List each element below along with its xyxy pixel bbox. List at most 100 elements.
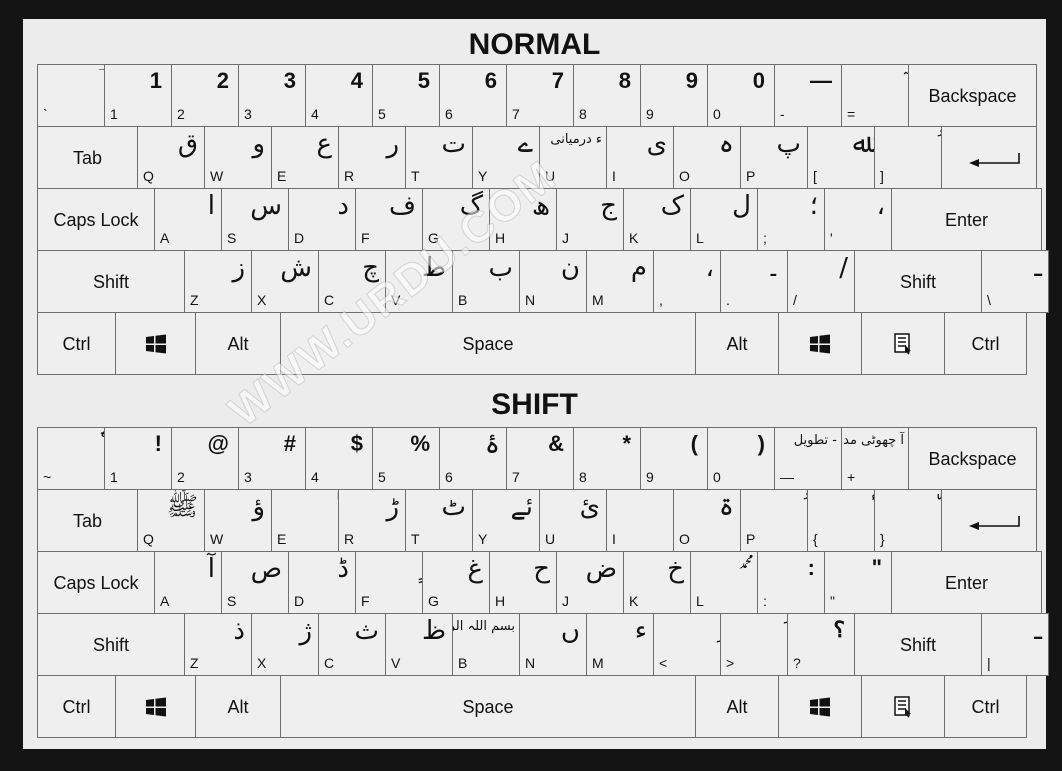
key-o[interactable]: ۃO xyxy=(673,489,741,552)
key-s[interactable]: سS xyxy=(221,188,289,251)
key-gt[interactable]: َ> xyxy=(720,613,788,676)
key-alt-left[interactable]: Alt xyxy=(195,312,281,375)
key-win-left[interactable] xyxy=(115,312,196,375)
key-p[interactable]: ُP xyxy=(740,489,808,552)
key-s[interactable]: صS xyxy=(221,551,289,614)
key-u[interactable]: ء درمیانی U xyxy=(539,126,607,189)
key-shift-left[interactable]: Shift xyxy=(37,613,185,676)
key-q[interactable]: قQ xyxy=(137,126,205,189)
key-backtick[interactable]: ؔ` xyxy=(37,64,105,127)
key-l[interactable]: لL xyxy=(690,188,758,251)
key-e[interactable]: ٰE xyxy=(271,489,339,552)
key-v[interactable]: ظV xyxy=(385,613,453,676)
key-m[interactable]: مM xyxy=(586,250,654,313)
key-tilde[interactable]: ٗ~ xyxy=(37,427,105,490)
key-h[interactable]: حH xyxy=(489,551,557,614)
key-d[interactable]: دD xyxy=(288,188,356,251)
key-alt-left[interactable]: Alt xyxy=(195,675,281,738)
key-exclam[interactable]: ! 1 xyxy=(104,427,172,490)
key-enter-top[interactable] xyxy=(941,489,1037,552)
key-3[interactable]: 33 xyxy=(238,64,306,127)
key-z[interactable]: زZ xyxy=(184,250,252,313)
key-plus[interactable]: آ چھوٹی مد + xyxy=(841,427,909,490)
key-lbracket[interactable]: ﷲ[ xyxy=(807,126,875,189)
key-question[interactable]: ؟? xyxy=(787,613,855,676)
key-lparen[interactable]: (9 xyxy=(640,427,708,490)
key-percent[interactable]: % 5 xyxy=(372,427,440,490)
key-ctrl-left[interactable]: Ctrl xyxy=(37,675,116,738)
key-f[interactable]: فF xyxy=(355,188,423,251)
key-comma[interactable]: ،, xyxy=(653,250,721,313)
key-b[interactable]: بسم اللہ الرحمٰن الرحیم B xyxy=(452,613,520,676)
key-enter-top[interactable] xyxy=(941,126,1037,189)
key-p[interactable]: پP xyxy=(740,126,808,189)
key-star[interactable]: * 8 xyxy=(573,427,641,490)
key-shift-right[interactable]: Shift xyxy=(854,613,982,676)
key-quote[interactable]: ، ' xyxy=(824,188,892,251)
key-dollar[interactable]: $4 xyxy=(305,427,373,490)
key-shift-right[interactable]: Shift xyxy=(854,250,982,313)
key-g[interactable]: گG xyxy=(422,188,490,251)
key-menu[interactable] xyxy=(861,675,945,738)
key-k[interactable]: خK xyxy=(623,551,691,614)
key-tab[interactable]: Tab xyxy=(37,126,138,189)
key-q[interactable]: ﷺQ xyxy=(137,489,205,552)
key-colon[interactable]: :: xyxy=(757,551,825,614)
key-c[interactable]: ثC xyxy=(318,613,386,676)
key-space[interactable]: Space xyxy=(280,675,696,738)
key-ctrl-right[interactable]: Ctrl xyxy=(944,675,1027,738)
key-lt[interactable]: ِ< xyxy=(653,613,721,676)
key-x[interactable]: شX xyxy=(251,250,319,313)
key-d[interactable]: ڈD xyxy=(288,551,356,614)
key-y[interactable]: ےY xyxy=(472,126,540,189)
key-underscore[interactable]: تطویل - — xyxy=(774,427,842,490)
key-j[interactable]: جJ xyxy=(556,188,624,251)
key-backslash[interactable]: ـ \ xyxy=(981,250,1049,313)
key-rparen[interactable]: ) 0 xyxy=(707,427,775,490)
key-4[interactable]: 44 xyxy=(305,64,373,127)
key-rbrace[interactable]: ّ} xyxy=(874,489,942,552)
key-ctrl-right[interactable]: Ctrl xyxy=(944,312,1027,375)
key-i[interactable]: یI xyxy=(606,126,674,189)
key-at[interactable]: @2 xyxy=(171,427,239,490)
key-z[interactable]: ذZ xyxy=(184,613,252,676)
key-w[interactable]: وW xyxy=(204,126,272,189)
key-x[interactable]: ژX xyxy=(251,613,319,676)
key-backspace[interactable]: Backspace xyxy=(908,427,1037,490)
key-f[interactable]: ٍF xyxy=(355,551,423,614)
key-g[interactable]: غG xyxy=(422,551,490,614)
key-enter[interactable]: Enter xyxy=(891,188,1042,251)
key-shift-left[interactable]: Shift xyxy=(37,250,185,313)
key-n[interactable]: نN xyxy=(519,250,587,313)
key-capslock[interactable]: Caps Lock xyxy=(37,551,155,614)
key-k[interactable]: کK xyxy=(623,188,691,251)
key-ctrl-left[interactable]: Ctrl xyxy=(37,312,116,375)
key-6[interactable]: 66 xyxy=(439,64,507,127)
key-win-right[interactable] xyxy=(778,675,862,738)
key-u[interactable]: ئU xyxy=(539,489,607,552)
key-dquote[interactable]: " " xyxy=(824,551,892,614)
key-slash[interactable]: / / xyxy=(787,250,855,313)
key-7[interactable]: 77 xyxy=(506,64,574,127)
key-t[interactable]: تT xyxy=(405,126,473,189)
key-2[interactable]: 22 xyxy=(171,64,239,127)
key-a[interactable]: آA xyxy=(154,551,222,614)
key-8[interactable]: 88 xyxy=(573,64,641,127)
key-alt-right[interactable]: Alt xyxy=(695,675,779,738)
key-win-left[interactable] xyxy=(115,675,196,738)
key-caret[interactable]: ۂ6 xyxy=(439,427,507,490)
key-m[interactable]: ءM xyxy=(586,613,654,676)
key-e[interactable]: عE xyxy=(271,126,339,189)
key-equals[interactable]: ٓ= xyxy=(841,64,909,127)
key-menu[interactable] xyxy=(861,312,945,375)
key-r[interactable]: ڑR xyxy=(338,489,406,552)
key-t[interactable]: ٹT xyxy=(405,489,473,552)
key-0[interactable]: 00 xyxy=(707,64,775,127)
key-i[interactable]: ٖI xyxy=(606,489,674,552)
key-y[interactable]: ئے Y xyxy=(472,489,540,552)
key-5[interactable]: 55 xyxy=(372,64,440,127)
key-n[interactable]: ںN xyxy=(519,613,587,676)
key-b[interactable]: بB xyxy=(452,250,520,313)
key-l[interactable]: ﷴL xyxy=(690,551,758,614)
key-enter[interactable]: Enter xyxy=(891,551,1042,614)
